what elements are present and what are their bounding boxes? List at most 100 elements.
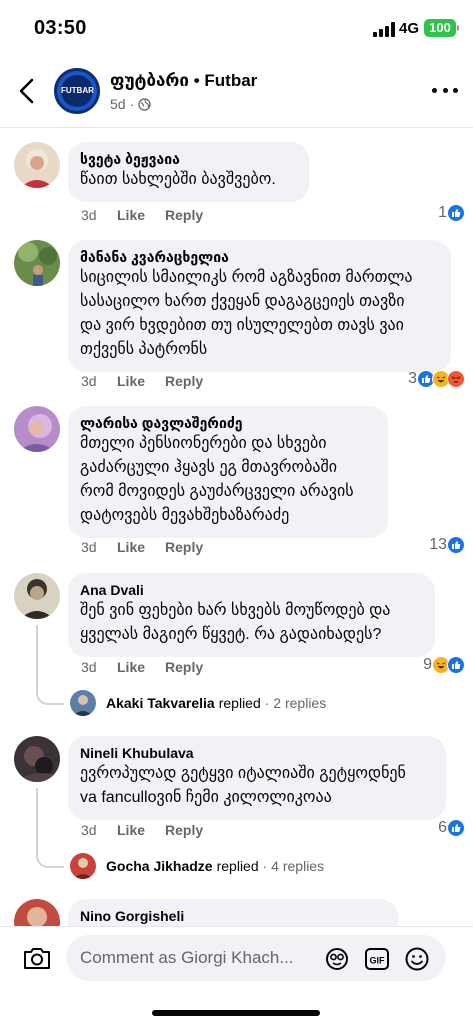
reply-verb: replied (216, 858, 259, 874)
comment-text: და ვირ ხვდებით თუ ისულელებთ თავს ვაი (80, 317, 404, 334)
back-button[interactable] (14, 76, 42, 106)
comment-time: 3d (81, 822, 97, 838)
reaction-summary[interactable]: 9 (423, 656, 465, 674)
comment: Ana Dvali შენ ვინ ფეხები ხარ სხვებს მოუწ… (0, 573, 473, 723)
comment-actions: 3d Like Reply (81, 659, 203, 675)
page-avatar[interactable]: FUTBAR (54, 68, 100, 114)
avatar[interactable] (14, 240, 60, 286)
chevron-left-icon (19, 78, 34, 104)
comment-bubble[interactable]: ლარისა დავლაშერიძე მთელი პენსიონერები და… (68, 406, 388, 538)
comment-actions: 3d Like Reply (81, 373, 203, 389)
view-replies[interactable]: Akaki Takvarelia replied · 2 replies (70, 690, 326, 716)
reply-avatar (70, 853, 96, 879)
comment-text: ევროპულად გეტყვი იტალიაში გეტყოდნენ (80, 765, 406, 782)
comment-actions: 3d Like Reply (81, 822, 203, 838)
post-header: FUTBAR ფუტბარი • Futbar 5d · (0, 58, 473, 128)
avatar[interactable] (14, 142, 60, 188)
comment-bubble[interactable]: სვეტა ბეჟვაია წაით სახლებში ბავშვებო. (68, 142, 309, 202)
comment: მანანა კვარაცხელია სიცილის სმაილიკს რომ … (0, 240, 473, 400)
like-reaction-icon (447, 819, 465, 837)
comment-text: წაით სახლებში ბავშვებო. (80, 171, 276, 188)
comment: Nineli Khubulava ევროპულად გეტყვი იტალია… (0, 736, 473, 886)
comment-bubble[interactable]: Nineli Khubulava ევროპულად გეტყვი იტალია… (68, 736, 446, 820)
battery-level: 100 (429, 20, 451, 35)
reaction-count: 13 (429, 536, 447, 553)
more-options-button[interactable] (432, 88, 458, 96)
reaction-summary[interactable]: 1 (438, 204, 465, 222)
network-type: 4G (399, 20, 420, 37)
comment: სვეტა ბეჟვაია წაით სახლებში ბავშვებო. 3d… (0, 142, 473, 232)
page-logo-text: FUTBAR (61, 86, 94, 95)
reply-count: · 4 replies (262, 858, 325, 874)
reaction-summary[interactable]: 13 (429, 536, 465, 554)
comment-time: 3d (81, 539, 97, 555)
dot-icon (442, 88, 448, 93)
reply-button[interactable]: Reply (165, 373, 203, 389)
like-button[interactable]: Like (117, 373, 165, 389)
reply-thread-line (36, 788, 64, 868)
page-title[interactable]: ფუტბარი • Futbar (110, 71, 257, 91)
like-button[interactable]: Like (117, 659, 165, 675)
reply-thread-line (36, 625, 64, 705)
comment-bubble[interactable]: მანანა კვარაცხელია სიცილის სმაილიკს რომ … (68, 240, 451, 372)
reply-button[interactable]: Reply (165, 822, 203, 838)
comment-text: მთელი პენსიონერები და სხვები (80, 435, 327, 452)
status-time: 03:50 (34, 17, 87, 39)
page-logo: FUTBAR (61, 75, 94, 107)
reply-author: Gocha Jikhadze (106, 858, 213, 874)
camera-icon (24, 948, 50, 969)
globe-icon (138, 97, 151, 111)
home-indicator (152, 1010, 320, 1016)
svg-text:GIF: GIF (370, 956, 386, 966)
comment: ლარისა დავლაშერიძე მთელი პენსიონერები და… (0, 406, 473, 566)
battery-tip (457, 25, 459, 31)
post-meta: 5d · (110, 96, 151, 112)
comment-author[interactable]: მანანა კვარაცხელია (80, 248, 439, 266)
reaction-count: 9 (423, 656, 432, 673)
camera-button[interactable] (22, 945, 52, 971)
reaction-summary[interactable]: 3 (408, 370, 465, 388)
comment-author[interactable]: Nino Gorgisheli (80, 907, 386, 925)
emoji-icon[interactable] (404, 946, 430, 972)
reply-button[interactable]: Reply (165, 207, 203, 223)
gif-icon[interactable]: GIF (364, 946, 390, 972)
view-replies[interactable]: Gocha Jikhadze replied · 4 replies (70, 853, 324, 879)
avatar-sticker-icon[interactable] (324, 946, 350, 972)
comment-bubble[interactable]: Ana Dvali შენ ვინ ფეხები ხარ სხვებს მოუწ… (68, 573, 435, 657)
reply-button[interactable]: Reply (165, 659, 203, 675)
dot-icon (432, 88, 437, 93)
post-age: 5d (110, 96, 126, 112)
comment-author[interactable]: Ana Dvali (80, 581, 423, 599)
avatar[interactable] (14, 406, 60, 452)
comment-author[interactable]: Nineli Khubulava (80, 744, 434, 762)
comment-text: va fanculloვინ ჩემი კილოლიკოაა (80, 789, 332, 806)
cellular-signal-icon (373, 22, 395, 37)
comment-text: შენ ვინ ფეხები ხარ სხვებს მოუწოდებ და (80, 602, 391, 619)
avatar[interactable] (14, 899, 60, 926)
avatar[interactable] (14, 573, 60, 619)
comment-author[interactable]: სვეტა ბეჟვაია (80, 150, 297, 168)
comment-input[interactable]: Comment as Giorgi Khach... GIF (66, 935, 446, 981)
status-bar: 03:50 4G 100 (0, 0, 473, 58)
reply-button[interactable]: Reply (165, 539, 203, 555)
avatar[interactable] (14, 736, 60, 782)
reply-count: · 2 replies (264, 695, 327, 711)
reaction-count: 3 (408, 370, 417, 387)
like-button[interactable]: Like (117, 822, 165, 838)
comment-bubble[interactable]: Nino Gorgisheli (68, 899, 398, 926)
like-reaction-icon (447, 204, 465, 222)
like-button[interactable]: Like (117, 539, 165, 555)
comment-author[interactable]: ლარისა დავლაშერიძე (80, 414, 376, 432)
reply-verb: replied (218, 695, 261, 711)
reaction-count: 1 (438, 204, 447, 221)
battery-icon: 100 (424, 19, 456, 37)
like-button[interactable]: Like (117, 207, 165, 223)
comment-text: თქვენს პატრონს (80, 341, 208, 358)
like-reaction-icon (447, 656, 465, 674)
reply-avatar (70, 690, 96, 716)
comment-time: 3d (81, 207, 97, 223)
comment-text: სასაცილო ხართ ქვეყან დაგაგცეიეს თავზი (80, 293, 405, 310)
comment-time: 3d (81, 373, 97, 389)
comment: Nino Gorgisheli (0, 899, 473, 926)
reaction-summary[interactable]: 6 (438, 819, 465, 837)
